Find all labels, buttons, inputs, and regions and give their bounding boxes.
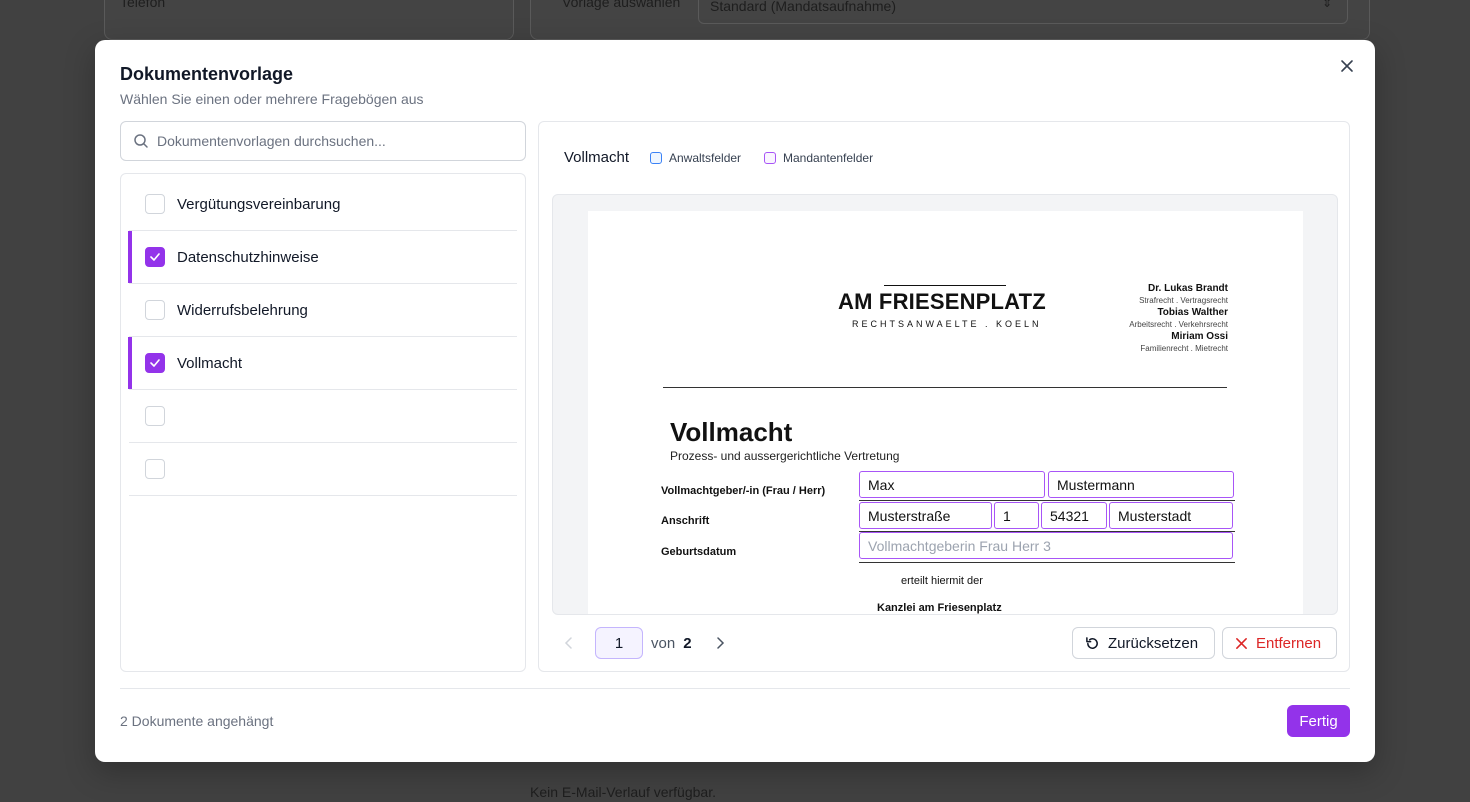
checkbox-checked[interactable] [145, 353, 165, 373]
label-principal: Vollmachtgeber/-in (Frau / Herr) [661, 485, 826, 497]
done-button[interactable]: Fertig [1287, 705, 1350, 737]
lawyer-list: Dr. Lukas Brandt Strafrecht . Vertragsre… [1129, 283, 1228, 355]
legend-label: Anwaltsfelder [669, 151, 742, 165]
template-item-label: Vergütungsvereinbarung [177, 195, 341, 213]
pagination: von 2 [559, 627, 730, 659]
remove-button[interactable]: Entfernen [1222, 627, 1337, 659]
template-search [120, 121, 526, 161]
document-preview-panel: Vollmacht Anwaltsfelder Mandantenfelder … [538, 121, 1350, 672]
lawyer-name: Tobias Walther [1157, 307, 1228, 318]
checkmark-icon [150, 359, 160, 367]
background-template-label: Vorlage auswählen [562, 0, 681, 10]
reset-button[interactable]: Zurücksetzen [1072, 627, 1215, 659]
checkbox[interactable] [145, 406, 165, 426]
document-viewport[interactable]: AM FRIESENPLATZ RECHTSANWAELTE . KOELN D… [552, 194, 1338, 615]
lawyer-name: Dr. Lukas Brandt [1147, 283, 1228, 294]
template-item-empty[interactable] [129, 390, 517, 443]
page-of-label: von [651, 634, 676, 652]
close-button[interactable] [1337, 56, 1357, 76]
label-birthdate: Geburtsdatum [661, 546, 737, 558]
checkmark-icon [150, 253, 160, 261]
lawyer-specialty: Strafrecht . Vertragsrecht [1139, 296, 1228, 305]
zip-field[interactable]: 54321 [1041, 502, 1107, 529]
attached-count: 2 Dokumente angehängt [120, 713, 274, 729]
lawyer-field-swatch [650, 152, 662, 164]
field-underline [859, 562, 1235, 563]
template-item-label: Datenschutzhinweise [177, 248, 319, 266]
x-icon [1236, 637, 1247, 649]
previous-page-button[interactable] [559, 633, 579, 653]
chevron-up-down-icon: ⇕ [1322, 0, 1333, 10]
search-icon [134, 134, 148, 148]
remove-button-label: Entfernen [1256, 634, 1322, 652]
header-divider [663, 387, 1227, 388]
background-select-value: Standard (Mandatsaufnahme) [710, 0, 896, 14]
document-heading: Vollmacht [670, 417, 793, 447]
client-field-swatch [764, 152, 776, 164]
template-item-datenschutzhinweise[interactable]: Datenschutzhinweise [128, 231, 517, 284]
legend-client-fields: Mandantenfelder [764, 151, 873, 165]
template-item-vollmacht[interactable]: Vollmacht [128, 337, 517, 390]
city-field[interactable]: Musterstadt [1109, 502, 1233, 529]
first-name-field[interactable]: Max [859, 471, 1045, 498]
background-card-left [104, 0, 514, 40]
checkbox[interactable] [145, 459, 165, 479]
template-item-verguetungsvereinbarung[interactable]: Vergütungsvereinbarung [129, 178, 517, 231]
reset-button-label: Zurücksetzen [1108, 634, 1199, 652]
birthdate-field[interactable]: Vollmachtgeberin Frau Herr 3 [859, 532, 1233, 559]
logo-rule [884, 285, 1006, 286]
house-number-field[interactable]: 1 [994, 502, 1039, 529]
template-item-label: Vollmacht [177, 354, 243, 372]
background-phone-label: Telefon [120, 0, 166, 10]
modal-subtitle: Wählen Sie einen oder mehrere Fragebögen… [120, 91, 424, 107]
firm-full-name: Kanzlei am Friesenplatz [877, 602, 1002, 614]
document-template-modal: Dokumentenvorlage Wählen Sie einen oder … [95, 40, 1375, 762]
field-underline [859, 500, 1235, 501]
template-item-widerrufsbelehrung[interactable]: Widerrufsbelehrung [129, 284, 517, 337]
street-field[interactable]: Musterstraße [859, 502, 992, 529]
chevron-left-icon [564, 637, 572, 649]
grants-text: erteilt hiermit der [901, 575, 983, 587]
firm-logo-subtitle: RECHTSANWAELTE . KOELN [852, 319, 1042, 329]
modal-title: Dokumentenvorlage [120, 64, 294, 84]
document-page: AM FRIESENPLATZ RECHTSANWAELTE . KOELN D… [588, 211, 1303, 614]
page-number-input[interactable] [595, 627, 643, 659]
last-name-field[interactable]: Mustermann [1048, 471, 1234, 498]
footer-divider [120, 688, 1350, 689]
lawyer-name: Miriam Ossi [1171, 331, 1228, 342]
checkbox[interactable] [145, 300, 165, 320]
checkbox[interactable] [145, 194, 165, 214]
chevron-right-icon [716, 637, 724, 649]
background-email-empty-text: Kein E-Mail-Verlauf verfügbar. [530, 784, 716, 800]
next-page-button[interactable] [710, 633, 730, 653]
template-list: Vergütungsvereinbarung Datenschutzhinwei… [120, 173, 526, 672]
legend-label: Mandantenfelder [783, 151, 874, 165]
label-address: Anschrift [661, 515, 710, 527]
close-icon [1341, 60, 1353, 72]
legend-lawyer-fields: Anwaltsfelder [650, 151, 741, 165]
template-search-input[interactable] [157, 133, 497, 149]
firm-logo-name: AM FRIESENPLATZ [838, 289, 1046, 314]
preview-title: Vollmacht [564, 149, 630, 166]
rotate-ccw-icon [1086, 636, 1098, 649]
document-subheading: Prozess- und aussergerichtliche Vertretu… [670, 449, 900, 463]
page-total: 2 [683, 634, 692, 652]
lawyer-specialty: Arbeitsrecht . Verkehrsrecht [1129, 320, 1228, 329]
checkbox-checked[interactable] [145, 247, 165, 267]
lawyer-specialty: Familienrecht . Mietrecht [1140, 344, 1228, 353]
template-item-label: Widerrufsbelehrung [177, 301, 308, 319]
template-item-empty[interactable] [129, 443, 517, 496]
